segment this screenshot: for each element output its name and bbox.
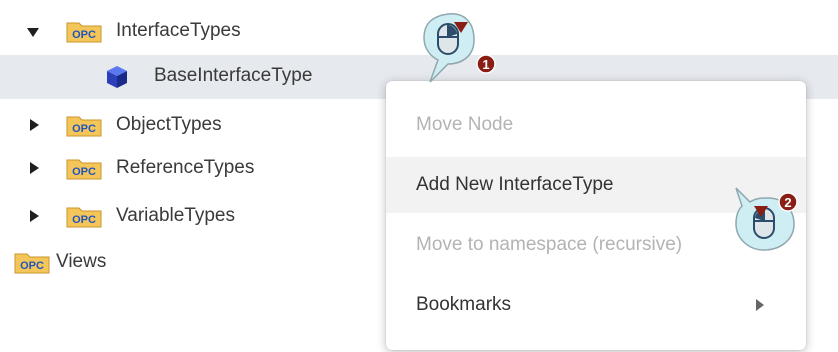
opc-folder-icon: OPC	[66, 22, 102, 43]
mouse-callout-1: 1	[423, 13, 496, 83]
folder-badge: OPC	[72, 166, 96, 178]
tree-item-label: BaseInterfaceType	[154, 65, 313, 86]
menu-item-label: Bookmarks	[416, 294, 512, 315]
mouse-icon	[437, 23, 459, 55]
tree-item-label: Views	[56, 251, 107, 272]
expand-caret-icon[interactable]	[30, 210, 39, 222]
expand-caret-icon[interactable]	[30, 162, 39, 174]
tree-item-label: VariableTypes	[116, 205, 235, 226]
menu-item-label: Move to namespace (recursive)	[416, 234, 683, 255]
menu-item-move-node[interactable]: Move Node	[386, 97, 806, 153]
opc-folder-icon: OPC	[14, 253, 50, 274]
folder-badge: OPC	[20, 260, 44, 272]
expand-caret-icon[interactable]	[27, 28, 39, 37]
menu-item-bookmarks[interactable]: Bookmarks	[386, 277, 806, 333]
tree-item-interface-types[interactable]: OPC InterfaceTypes	[0, 10, 838, 54]
menu-item-label: Move Node	[416, 114, 514, 135]
mouse-icon	[753, 207, 775, 239]
step-number: 2	[784, 195, 791, 210]
mouse-callout-2: 2	[735, 187, 798, 251]
tree-item-label: ObjectTypes	[116, 114, 222, 135]
folder-badge: OPC	[72, 214, 96, 226]
step-number: 1	[482, 57, 489, 72]
tree-item-label: InterfaceTypes	[116, 20, 241, 41]
interface-type-icon	[107, 66, 127, 88]
folder-badge: OPC	[72, 29, 96, 41]
tree-item-label: ReferenceTypes	[116, 157, 255, 178]
expand-caret-icon[interactable]	[30, 119, 39, 131]
folder-badge: OPC	[72, 123, 96, 135]
opc-folder-icon: OPC	[66, 207, 102, 228]
opc-folder-icon: OPC	[66, 159, 102, 180]
submenu-arrow-icon	[756, 299, 764, 311]
menu-item-label: Add New InterfaceType	[416, 174, 614, 195]
opc-folder-icon: OPC	[66, 116, 102, 137]
